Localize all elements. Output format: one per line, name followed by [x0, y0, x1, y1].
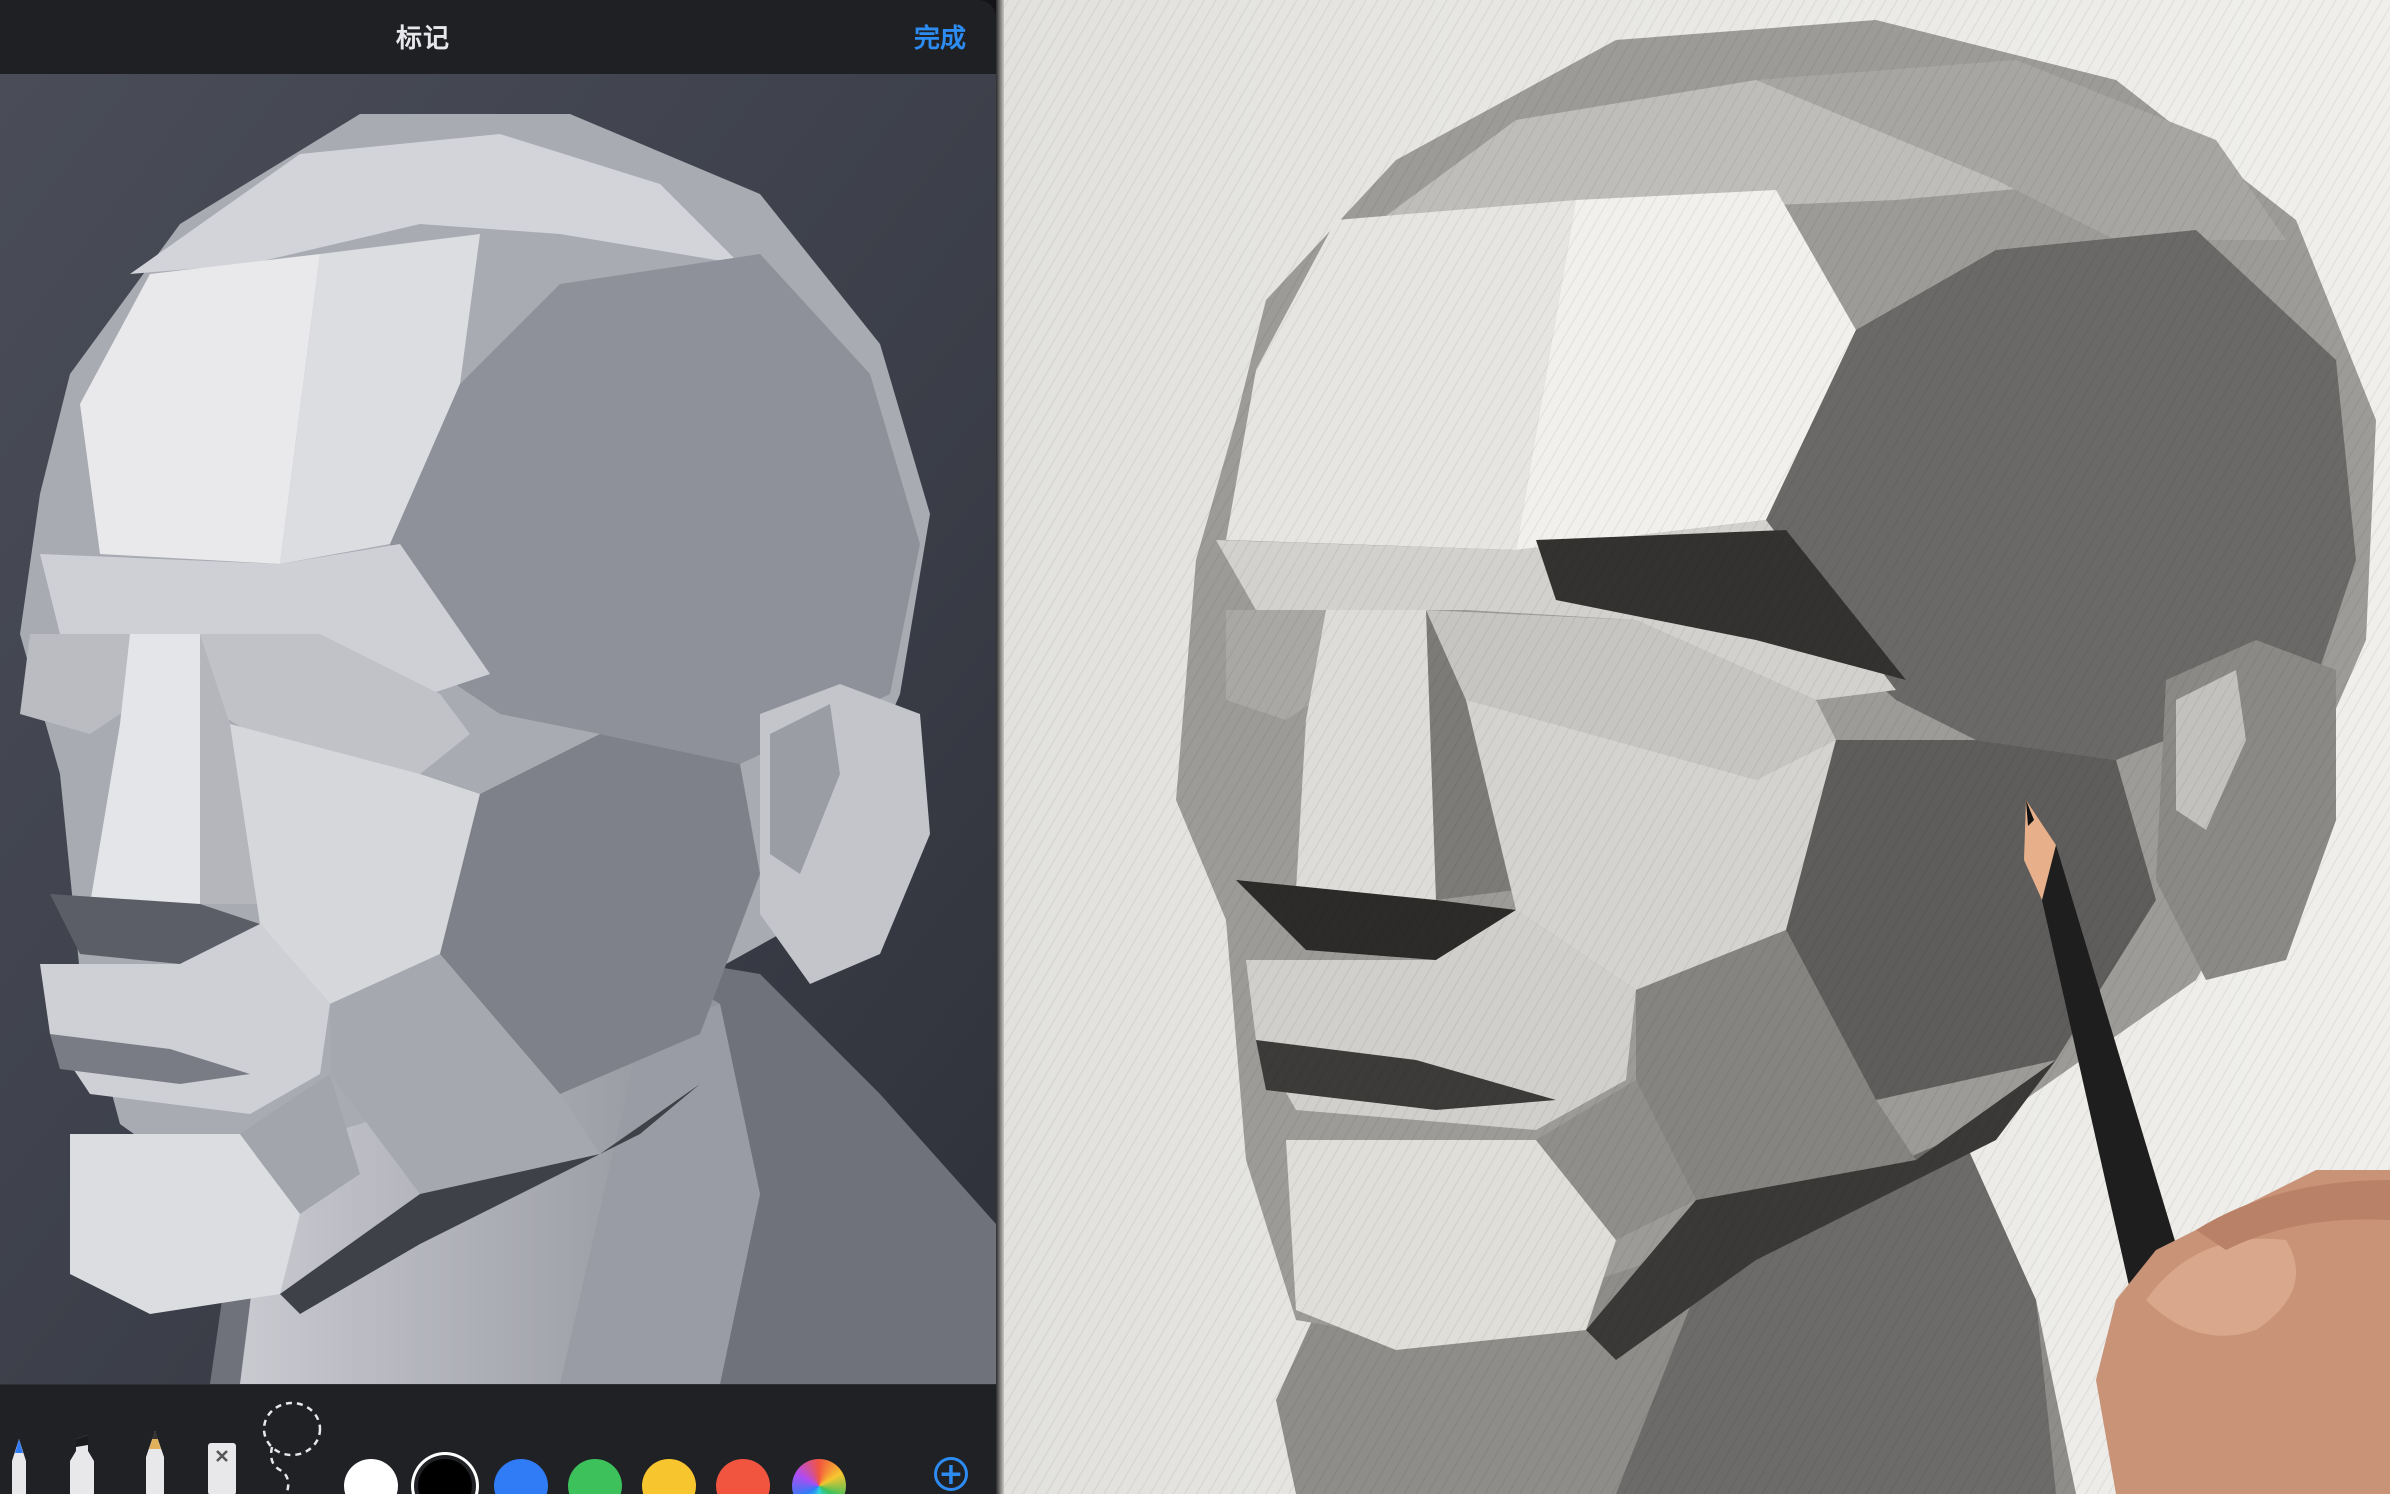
markup-header: 标记 完成 — [0, 0, 996, 75]
pencil-icon[interactable] — [140, 1429, 170, 1494]
add-icon[interactable]: + — [934, 1457, 968, 1491]
lasso-icon[interactable] — [258, 1395, 326, 1494]
pen-icon[interactable] — [4, 1435, 34, 1494]
pencil-sketch-planes-head-image — [996, 0, 2390, 1494]
color-yellow-swatch[interactable] — [642, 1459, 696, 1494]
color-blue-swatch[interactable] — [494, 1459, 548, 1494]
pencil-drawing-photo — [996, 0, 2390, 1494]
color-black-swatch-selected[interactable] — [418, 1459, 472, 1494]
color-green-swatch[interactable] — [568, 1459, 622, 1494]
markup-canvas[interactable] — [0, 74, 996, 1384]
done-button[interactable]: 完成 — [914, 18, 966, 55]
planes-head-model-image — [0, 74, 996, 1384]
split-divider — [996, 0, 1004, 1494]
marker-icon[interactable] — [64, 1433, 100, 1494]
markup-toolbar: + — [0, 1384, 996, 1494]
page-title: 标记 — [395, 24, 450, 54]
color-white-swatch[interactable] — [344, 1459, 398, 1494]
color-wheel-icon[interactable] — [792, 1459, 846, 1494]
color-red-swatch[interactable] — [716, 1459, 770, 1494]
eraser-icon[interactable] — [204, 1439, 240, 1494]
markup-screen: 标记 完成 + — [0, 0, 996, 1494]
